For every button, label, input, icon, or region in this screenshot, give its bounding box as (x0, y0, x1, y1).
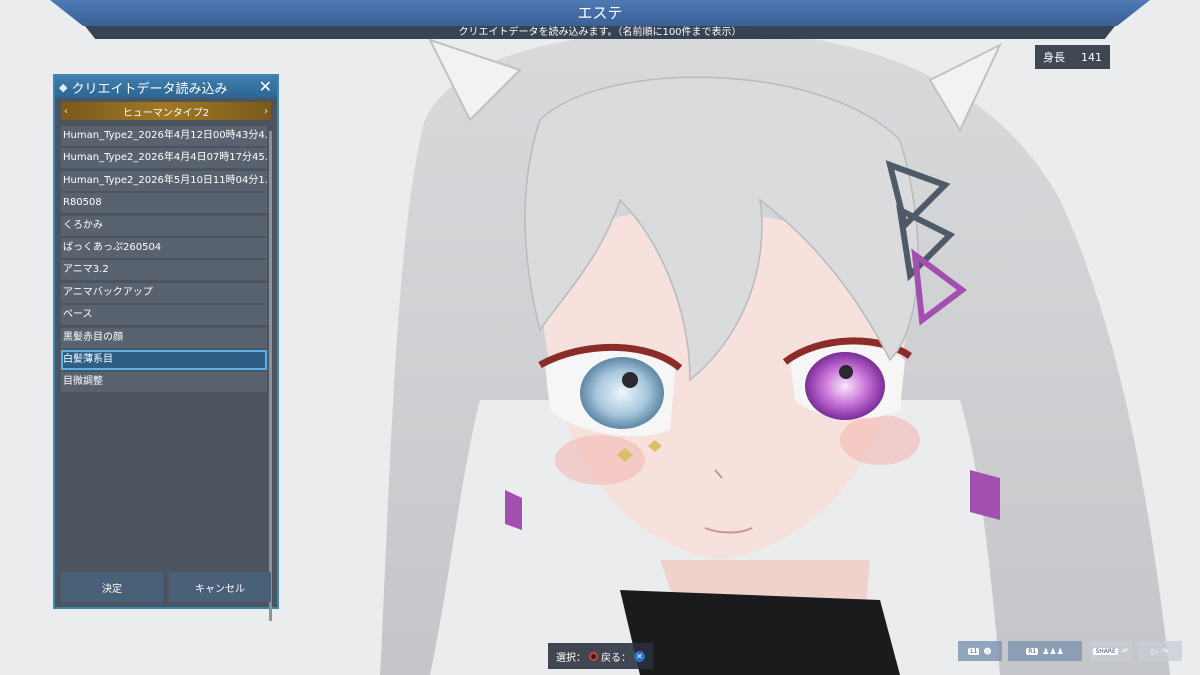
load-create-data-panel: ◆ クリエイトデータ読み込み ✕ ‹ ヒューマンタイプ2 › Human_Typ… (53, 74, 279, 621)
list-scrollbar[interactable] (269, 131, 272, 621)
height-stat: 身長 141 (1035, 45, 1110, 69)
list-item[interactable]: 目微調整 (61, 372, 267, 393)
screen-title: エステ (50, 0, 1150, 26)
type-selector[interactable]: ‹ ヒューマンタイプ2 › (61, 102, 271, 120)
list-item[interactable]: Human_Type2_2026年4月4日07時17分45... (61, 148, 267, 169)
list-item[interactable]: アニマ3.2 (61, 260, 267, 281)
l1-button[interactable]: L1 ☻ (958, 641, 1002, 661)
redo-icon: ↷ (1161, 646, 1169, 656)
list-item[interactable]: Human_Type2_2026年5月10日11時04分1... (61, 170, 267, 191)
cancel-button[interactable]: キャンセル (169, 572, 271, 602)
share-tag: SHARE (1093, 647, 1118, 655)
face-icon: ☻ (983, 646, 992, 656)
circle-button-icon (589, 651, 598, 661)
height-value: 141 (1081, 50, 1102, 64)
panel-header: ◆ クリエイトデータ読み込み ✕ (55, 76, 277, 98)
list-item-selected[interactable]: 白髪薄系目 (61, 349, 267, 370)
list-item[interactable]: Human_Type2_2026年4月12日00時43分4... (61, 126, 267, 146)
play-icon: ▷ (1151, 646, 1158, 656)
chevron-left-icon[interactable]: ‹ (64, 106, 68, 117)
cross-button-icon: ✕ (634, 650, 645, 662)
list-item[interactable]: ばっくあっぷ260504 (61, 237, 267, 258)
share-button[interactable]: SHARE ↶ (1090, 641, 1132, 661)
play-button[interactable]: ▷ ↷ (1138, 641, 1182, 661)
file-list: Human_Type2_2026年4月12日00時43分4... Human_T… (61, 126, 267, 395)
undo-icon: ↶ (1121, 646, 1129, 656)
confirm-button[interactable]: 決定 (61, 572, 163, 602)
outfit-icon: ♟♟♟ (1042, 646, 1064, 656)
close-icon[interactable]: ✕ (259, 77, 272, 96)
list-item[interactable]: アニマバックアップ (61, 282, 267, 303)
list-item[interactable]: ベース (61, 305, 267, 326)
chevron-right-icon[interactable]: › (264, 106, 268, 117)
controller-prompt: 選択： 戻る： ✕ (548, 643, 653, 669)
screen-subtitle: クリエイトデータを読み込みます。（名前順に100件まで表示） (85, 26, 1115, 39)
select-label: 選択： (556, 652, 586, 664)
list-item[interactable]: くろかみ (61, 215, 267, 236)
type-selector-label: ヒューマンタイプ2 (122, 107, 210, 119)
list-item[interactable]: R80508 (61, 193, 267, 214)
r1-button[interactable]: R1 ♟♟♟ (1008, 641, 1082, 661)
panel-buttons: 決定 キャンセル (61, 572, 271, 604)
l1-tag: L1 (968, 647, 980, 655)
diamond-icon: ◆ (59, 80, 68, 94)
panel-title: クリエイトデータ読み込み (71, 81, 228, 97)
back-label: 戻る： (601, 652, 631, 664)
height-label: 身長 (1043, 51, 1065, 64)
list-item[interactable]: 黒髪赤目の顔 (61, 327, 267, 348)
r1-tag: R1 (1026, 647, 1039, 655)
